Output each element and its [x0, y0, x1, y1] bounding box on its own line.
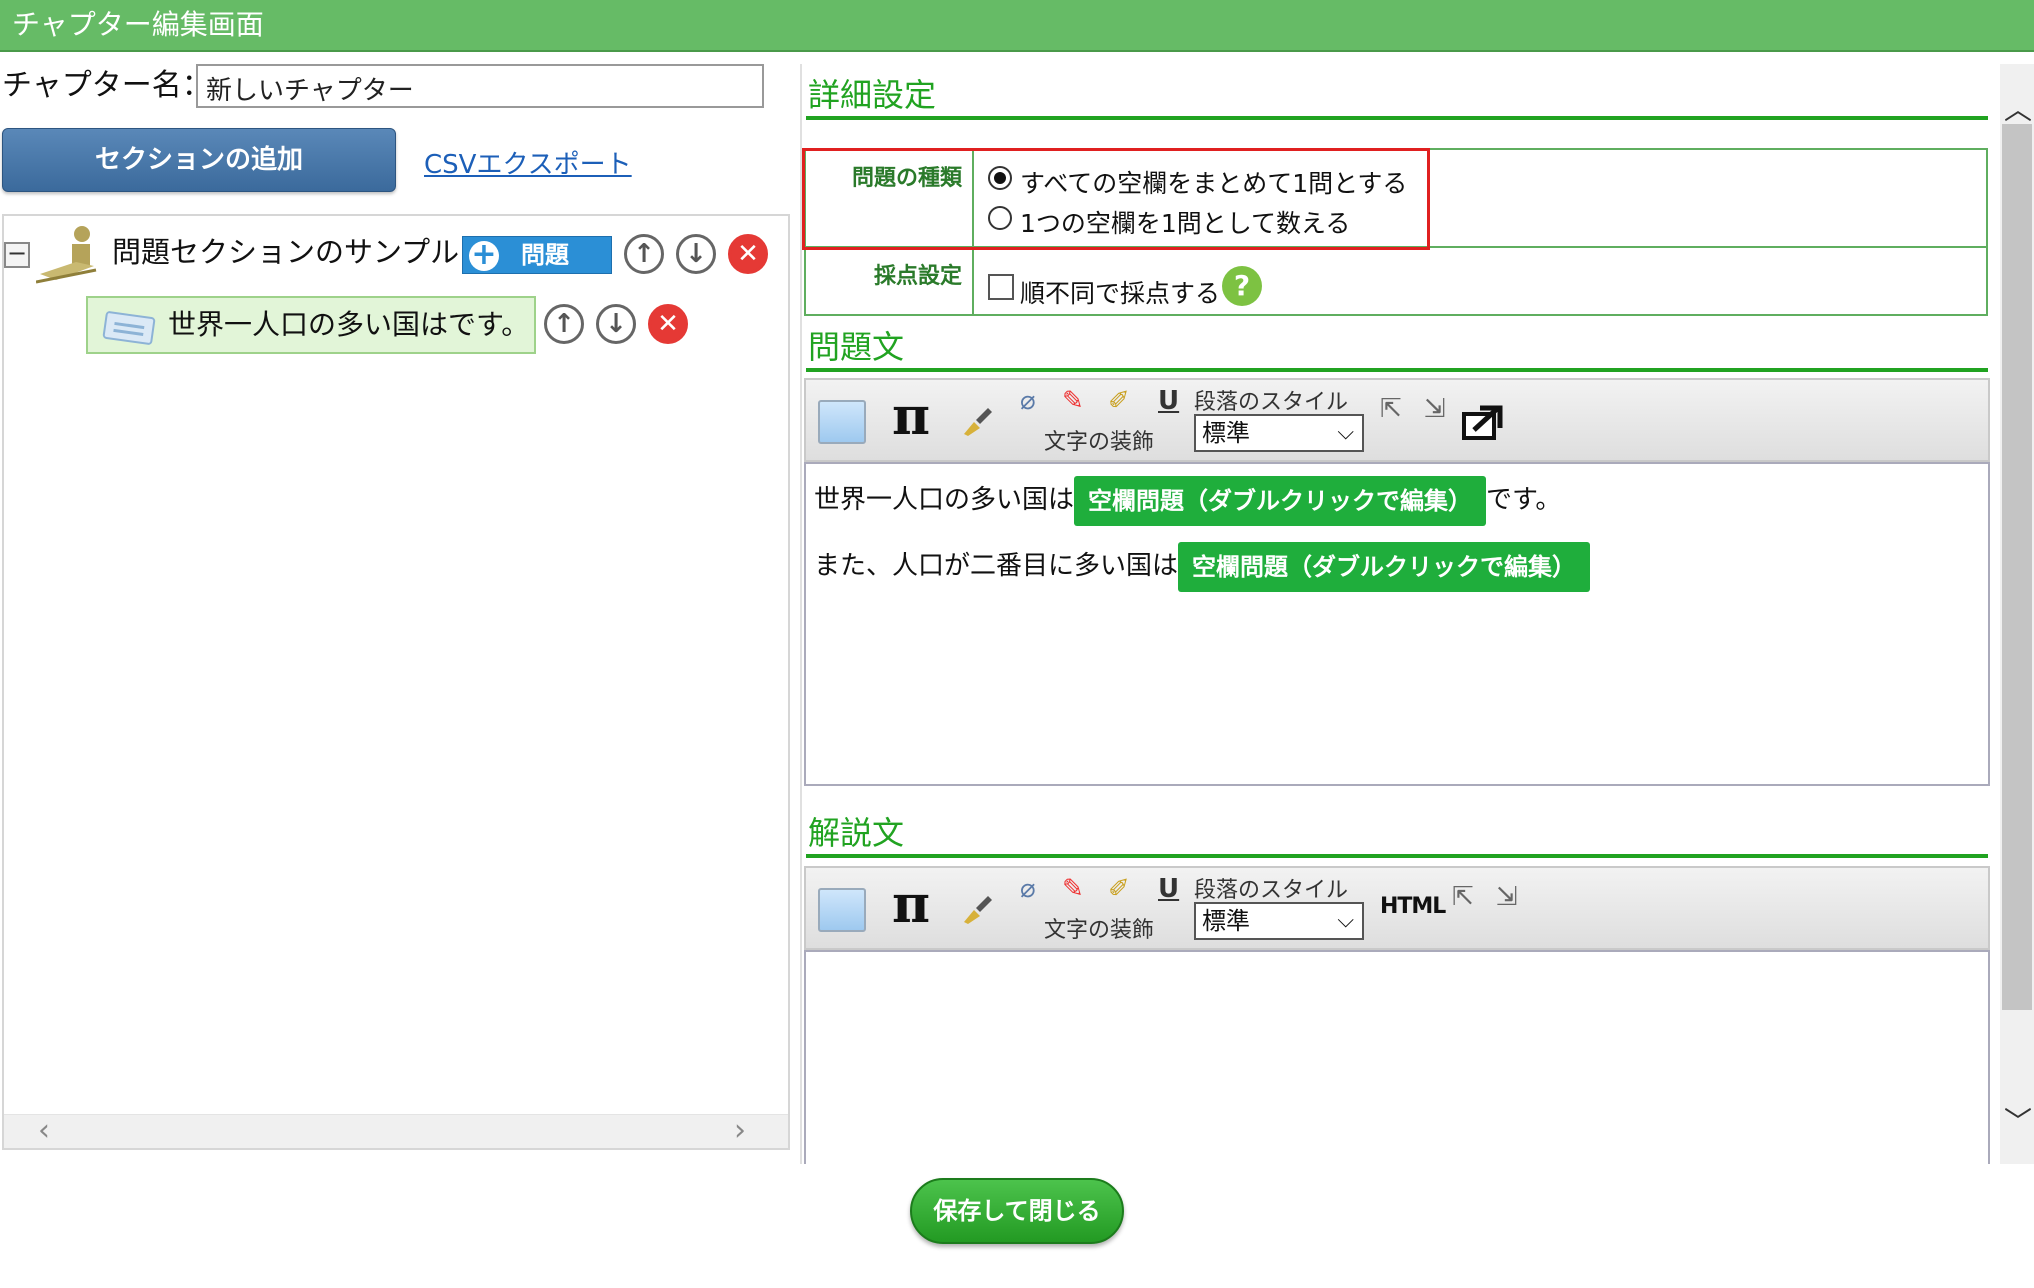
highlighter-icon[interactable]: ✐	[1108, 386, 1130, 416]
chapter-name-input[interactable]: 新しいチャプター	[196, 64, 764, 108]
blank-field-2[interactable]: 空欄問題（ダブルクリックで編集）	[1178, 541, 1591, 592]
question-item[interactable]: 世界一人口の多い国はです。	[86, 296, 536, 354]
line1-prefix: 世界一人口の多い国は	[814, 485, 1075, 515]
paragraph-style-select[interactable]: 標準 ⌵	[1194, 414, 1364, 452]
add-question-label: 問題	[521, 241, 569, 269]
editor-line-1: 世界一人口の多い国は 空欄問題（ダブルクリックで編集） です。	[814, 474, 1561, 526]
scrollbar-thumb[interactable]	[2002, 124, 2032, 1010]
eraser-icon[interactable]: ⌀	[1020, 874, 1036, 904]
section-delete-icon[interactable]: ✕	[728, 234, 768, 274]
question-label: 世界一人口の多い国はです。	[168, 308, 530, 341]
marker-icon[interactable]: ✎	[1062, 874, 1084, 904]
section-label[interactable]: 問題セクションのサンプル	[112, 230, 459, 274]
html-source-button[interactable]: HTML	[1380, 894, 1446, 919]
paragraph-style-select[interactable]: 標準 ⌵	[1194, 902, 1364, 940]
format-brush-icon[interactable]	[960, 892, 994, 926]
paragraph-style-label: 段落のスタイル	[1194, 878, 1349, 903]
scroll-left-icon[interactable]: ‹	[38, 1115, 50, 1147]
insert-formula-icon[interactable]: π	[892, 874, 930, 935]
marker-icon[interactable]: ✎	[1062, 386, 1084, 416]
question-text-editor[interactable]: 世界一人口の多い国は 空欄問題（ダブルクリックで編集） です。 また、人口が二番目に…	[804, 462, 1990, 786]
indent-icon[interactable]: ⇱	[1452, 882, 1474, 912]
format-brush-icon[interactable]	[960, 404, 994, 438]
insert-formula-icon[interactable]: π	[892, 386, 930, 447]
underline-icon[interactable]: U	[1158, 386, 1179, 416]
source-toggle-icon[interactable]	[1462, 402, 1506, 442]
unordered-scoring-checkbox[interactable]	[988, 274, 1014, 300]
unordered-scoring-label[interactable]: 順不同で採点する	[1020, 274, 1220, 310]
editor-toolbar: π ⌀ ✎ ✐ U 文字の装飾 段落のスタイル 標準 ⌵ ⇱ ⇲	[804, 378, 1990, 462]
outdent-icon[interactable]: ⇲	[1496, 882, 1518, 912]
section-move-down-icon[interactable]: ↓	[676, 234, 716, 274]
window-title-bar: チャプター編集画面	[0, 0, 2034, 52]
plus-icon: +	[469, 240, 499, 271]
csv-export-link[interactable]: CSVエクスポート	[424, 144, 632, 181]
underline-icon[interactable]: U	[1158, 874, 1179, 904]
highlighter-icon[interactable]: ✐	[1108, 874, 1130, 904]
section-person-icon	[36, 226, 97, 284]
scroll-down-icon[interactable]: ﹀	[2004, 1100, 2032, 1140]
heading-divider	[806, 854, 1988, 858]
section-move-up-icon[interactable]: ↑	[624, 234, 664, 274]
paragraph-style-value: 標準	[1202, 419, 1250, 447]
question-delete-icon[interactable]: ✕	[648, 304, 688, 344]
question-text-heading: 問題文	[808, 328, 905, 366]
text-decoration-caption: 文字の装飾	[1044, 918, 1155, 943]
scroll-right-icon[interactable]: ›	[734, 1115, 746, 1147]
explanation-editor[interactable]	[804, 950, 1990, 1164]
question-move-up-icon[interactable]: ↑	[544, 304, 584, 344]
help-icon[interactable]: ?	[1222, 266, 1262, 306]
option-count-each-blank-label[interactable]: 1つの空欄を1問として数える	[1020, 204, 1350, 240]
window-title: チャプター編集画面	[12, 8, 264, 41]
editor-line-2: また、人口が二番目に多い国は 空欄問題（ダブルクリックで編集）	[814, 540, 1591, 592]
insert-image-icon[interactable]	[818, 888, 866, 932]
question-move-down-icon[interactable]: ↓	[596, 304, 636, 344]
heading-divider	[806, 368, 1988, 372]
radio-combine-blanks[interactable]	[988, 166, 1012, 190]
collapse-toggle-icon[interactable]: −	[4, 241, 30, 268]
scoring-settings-label: 採点設定	[873, 264, 962, 289]
vertical-scrollbar[interactable]	[2000, 64, 2034, 1164]
option-combine-blanks-label[interactable]: すべての空欄をまとめて1問とする	[1020, 164, 1407, 200]
blank-field-1[interactable]: 空欄問題（ダブルクリックで編集）	[1074, 475, 1487, 526]
add-question-button[interactable]: + 問題	[462, 236, 612, 274]
save-and-close-button[interactable]: 保存して閉じる	[910, 1178, 1124, 1244]
indent-icon[interactable]: ⇱	[1380, 394, 1402, 424]
chapter-name-label: チャプター名：	[2, 68, 212, 103]
outdent-icon[interactable]: ⇲	[1424, 394, 1446, 424]
tree-horizontal-scrollbar[interactable]: ‹ ›	[4, 1114, 788, 1148]
explanation-toolbar: π ⌀ ✎ ✐ U 文字の装飾 段落のスタイル 標準 ⌵ HTML ⇱ ⇲	[804, 866, 1990, 950]
paragraph-style-value: 標準	[1202, 907, 1250, 935]
detail-settings-heading: 詳細設定	[808, 76, 937, 114]
paragraph-style-label: 段落のスタイル	[1194, 390, 1349, 415]
insert-image-icon[interactable]	[818, 400, 866, 444]
heading-divider	[806, 116, 1988, 120]
line1-suffix: です。	[1486, 485, 1562, 515]
chevron-down-icon: ⌵	[1337, 420, 1354, 445]
radio-count-each-blank[interactable]	[988, 206, 1012, 230]
add-section-button[interactable]: セクションの追加	[2, 128, 396, 192]
scroll-up-icon[interactable]: ︿	[2004, 88, 2032, 128]
explanation-heading: 解説文	[808, 814, 905, 852]
eraser-icon[interactable]: ⌀	[1020, 386, 1036, 416]
chevron-down-icon: ⌵	[1337, 908, 1354, 933]
line2-prefix: また、人口が二番目に多い国は	[814, 551, 1179, 581]
question-card-icon	[102, 310, 156, 346]
text-decoration-caption: 文字の装飾	[1044, 430, 1155, 455]
chapter-tree: ‹ ›	[2, 214, 790, 1150]
